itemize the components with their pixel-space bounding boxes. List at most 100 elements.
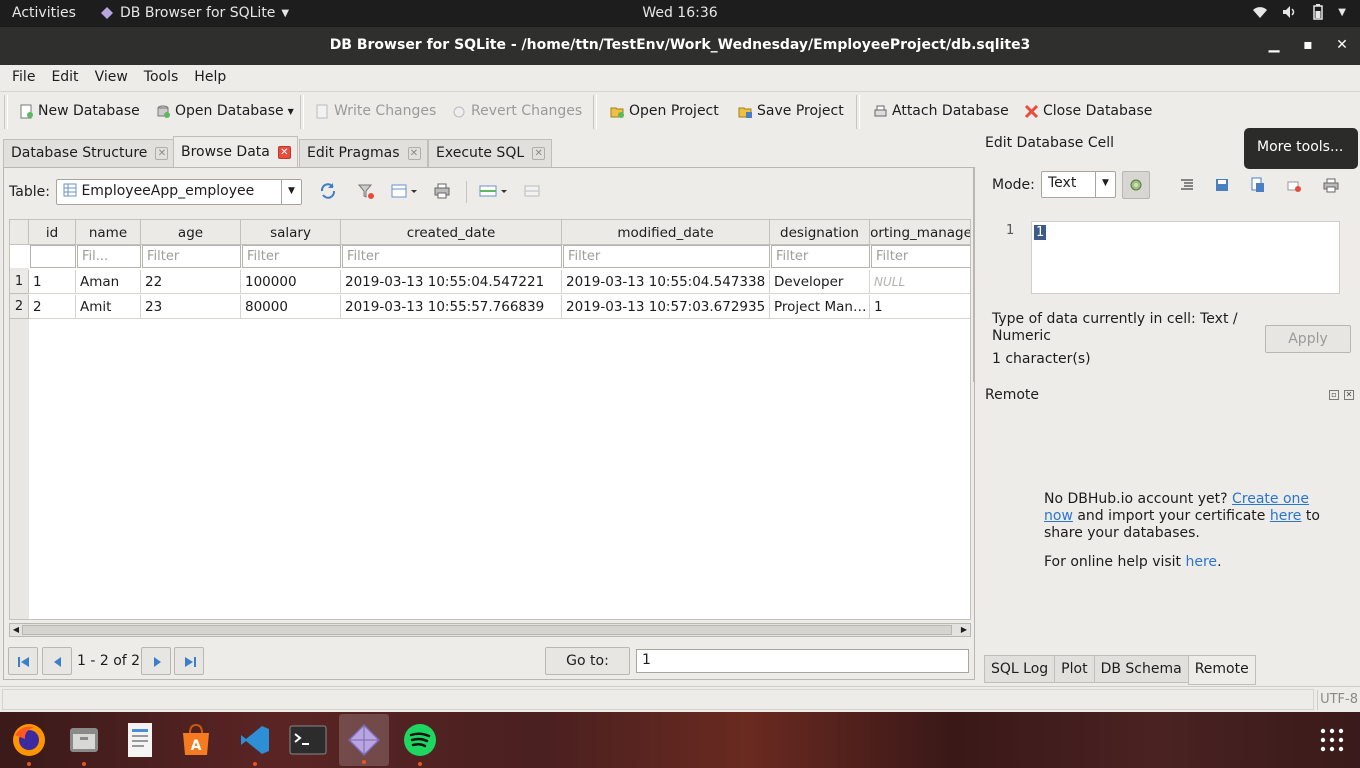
table-cell[interactable]: 2019-03-13 10:55:04.547338 <box>562 270 770 294</box>
table-cell[interactable]: 23 <box>141 295 241 319</box>
print-icon[interactable] <box>1322 177 1340 193</box>
column-header-reporting-manager[interactable]: orting_manage <box>870 220 970 245</box>
new-database-button[interactable]: New Database <box>19 103 140 119</box>
apply-button[interactable]: Apply <box>1265 325 1351 353</box>
clear-filters-button[interactable] <box>356 181 378 203</box>
refresh-button[interactable] <box>318 181 340 203</box>
column-header-modified-date[interactable]: modified_date <box>562 220 770 245</box>
column-header-name[interactable]: name <box>76 220 141 245</box>
column-header-id[interactable]: id <box>29 220 76 245</box>
first-record-button[interactable] <box>8 647 38 675</box>
table-cell[interactable]: Amit <box>76 295 141 319</box>
filter-input-reporting-manager[interactable]: Filter <box>871 245 970 268</box>
app-menu[interactable]: DB Browser for SQLite ▼ <box>100 5 289 21</box>
filter-input-age[interactable]: Filter <box>142 245 241 268</box>
previous-record-button[interactable] <box>42 647 72 675</box>
print-button[interactable] <box>432 181 454 203</box>
revert-changes-button[interactable]: Revert Changes <box>452 103 582 119</box>
row-header[interactable]: 2 <box>10 295 29 319</box>
goto-button[interactable]: Go to: <box>545 647 630 675</box>
save-project-button[interactable]: Save Project <box>738 103 844 119</box>
files-icon[interactable] <box>63 719 105 766</box>
spotify-icon[interactable] <box>399 719 441 766</box>
table-cell[interactable]: 1 <box>29 270 76 294</box>
column-header-age[interactable]: age <box>141 220 241 245</box>
close-tab-icon[interactable]: ✕ <box>407 147 421 160</box>
export-to-file-icon[interactable] <box>1250 177 1266 193</box>
table-cell-null[interactable]: NULL <box>870 270 970 294</box>
firefox-icon[interactable] <box>8 719 50 766</box>
scroll-left-arrow-icon[interactable]: ◀ <box>10 624 22 636</box>
vscode-icon[interactable] <box>234 719 276 766</box>
minimize-button[interactable]: ▁ <box>1265 36 1283 54</box>
close-tab-icon[interactable]: ✕ <box>532 147 546 160</box>
menu-tools[interactable]: Tools <box>136 65 187 91</box>
tab-database-structure[interactable]: Database Structure ✕ <box>3 139 176 167</box>
set-as-null-icon[interactable] <box>1286 177 1302 193</box>
import-certificate-link[interactable]: here <box>1270 508 1302 524</box>
close-window-button[interactable]: ✕ <box>1333 36 1351 54</box>
import-from-file-icon[interactable] <box>1214 177 1230 193</box>
activities-button[interactable]: Activities <box>12 5 76 21</box>
menu-help[interactable]: Help <box>186 65 234 91</box>
save-table-button[interactable] <box>390 181 420 203</box>
filter-input-name[interactable]: Fil... <box>77 245 141 268</box>
table-cell[interactable]: 22 <box>141 270 241 294</box>
menu-view[interactable]: View <box>87 65 136 91</box>
tab-remote[interactable]: Remote <box>1187 655 1256 685</box>
system-tray[interactable]: ▼ <box>1252 4 1346 20</box>
scroll-right-arrow-icon[interactable]: ▶ <box>958 624 970 636</box>
filter-input-id[interactable] <box>30 245 76 268</box>
tab-plot[interactable]: Plot <box>1054 655 1095 683</box>
text-editor-icon[interactable] <box>119 719 161 761</box>
close-tab-icon[interactable]: ✕ <box>277 146 291 159</box>
menu-edit[interactable]: Edit <box>43 65 86 91</box>
app-grid-icon[interactable] <box>1311 719 1353 761</box>
float-dock-icon[interactable]: ▫ <box>1329 390 1339 400</box>
column-header-created-date[interactable]: created_date <box>341 220 562 245</box>
open-project-button[interactable]: Open Project <box>610 103 719 119</box>
tab-sql-log[interactable]: SQL Log <box>984 655 1056 683</box>
filter-input-created-date[interactable]: Filter <box>342 245 562 268</box>
table-cell[interactable]: Developer <box>770 270 870 294</box>
column-header-salary[interactable]: salary <box>241 220 341 245</box>
filter-input-modified-date[interactable]: Filter <box>563 245 770 268</box>
menu-file[interactable]: File <box>4 65 43 91</box>
toolbar-handle[interactable] <box>4 95 8 129</box>
table-cell[interactable]: 100000 <box>241 270 341 294</box>
mode-select[interactable]: Text ▼ <box>1041 171 1116 198</box>
table-cell[interactable]: 2019-03-13 10:55:57.766839 <box>341 295 562 319</box>
close-dock-icon[interactable]: ✕ <box>1344 390 1354 400</box>
write-changes-button[interactable]: Write Changes <box>315 103 436 119</box>
auto-switch-mode-button[interactable] <box>1122 171 1150 199</box>
horizontal-scrollbar[interactable]: ◀ ▶ <box>9 623 971 637</box>
tab-execute-sql[interactable]: Execute SQL ✕ <box>428 139 553 167</box>
sqlite-browser-icon[interactable] <box>339 714 389 766</box>
attach-database-button[interactable]: Attach Database <box>873 103 1009 119</box>
filter-input-designation[interactable]: Filter <box>771 245 870 268</box>
table-cell[interactable]: Project Man… <box>770 295 870 319</box>
clock[interactable]: Wed 16:36 <box>642 5 717 21</box>
goto-input[interactable]: 1 <box>636 649 969 673</box>
filter-input-salary[interactable]: Filter <box>242 245 341 268</box>
delete-record-button[interactable] <box>522 181 544 203</box>
tab-edit-pragmas[interactable]: Edit Pragmas ✕ <box>299 139 428 167</box>
scrollbar-thumb[interactable] <box>22 625 952 635</box>
table-cell[interactable]: 2019-03-13 10:55:04.547221 <box>341 270 562 294</box>
table-select[interactable]: EmployeeApp_employee ▼ <box>56 179 302 205</box>
cell-editor[interactable]: 1 <box>1031 221 1340 294</box>
grid-corner[interactable] <box>10 220 29 245</box>
online-help-link[interactable]: here <box>1186 554 1218 570</box>
terminal-icon[interactable] <box>287 719 329 761</box>
open-database-button[interactable]: Open Database ▼ <box>156 103 294 119</box>
tab-db-schema[interactable]: DB Schema <box>1093 655 1189 683</box>
insert-record-button[interactable] <box>478 181 512 203</box>
software-center-icon[interactable]: A <box>175 719 217 761</box>
table-cell[interactable]: 2 <box>29 295 76 319</box>
row-header[interactable]: 1 <box>10 270 29 294</box>
table-cell[interactable]: 2019-03-13 10:57:03.672935 <box>562 295 770 319</box>
table-cell[interactable]: 80000 <box>241 295 341 319</box>
close-tab-icon[interactable]: ✕ <box>155 147 169 160</box>
tab-browse-data[interactable]: Browse Data ✕ <box>173 136 298 168</box>
maximize-button[interactable]: ▪ <box>1299 36 1317 54</box>
